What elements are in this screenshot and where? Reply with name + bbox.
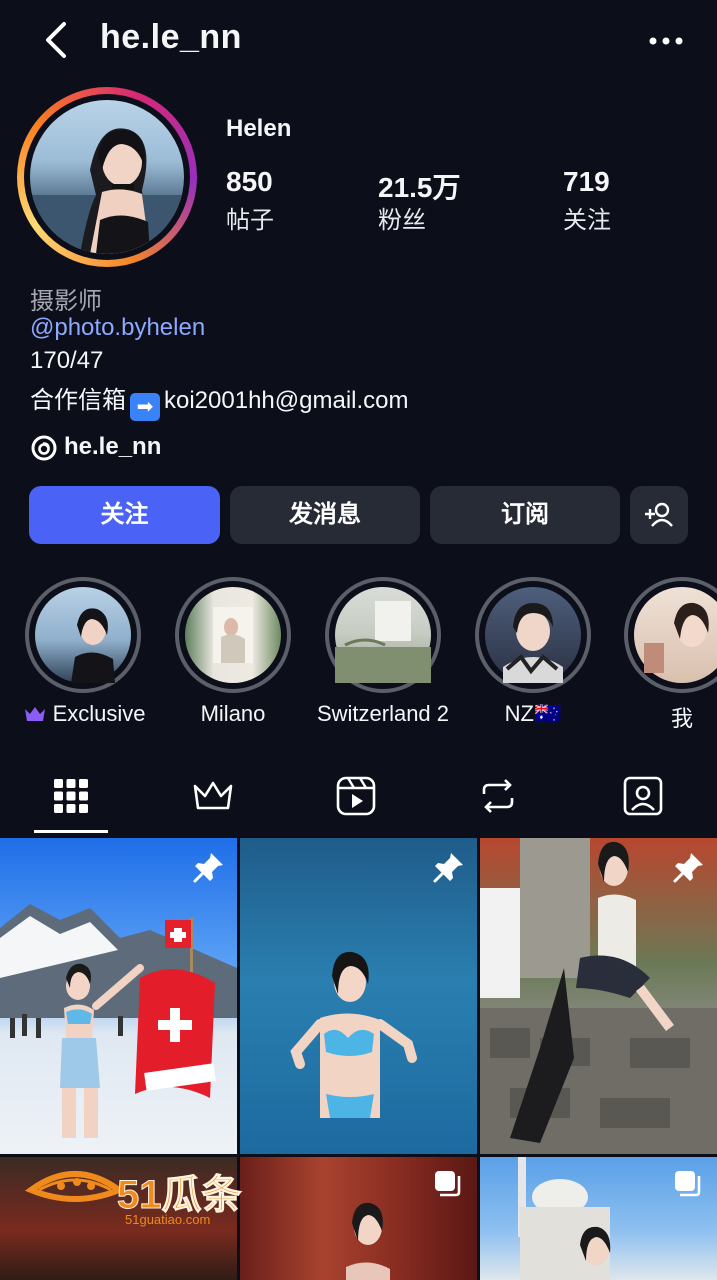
avatar-photo <box>30 100 184 254</box>
follow-button[interactable]: 关注 <box>29 486 220 544</box>
highlight-switzerland-2[interactable] <box>325 577 441 693</box>
following-count[interactable]: 719 <box>563 166 610 198</box>
carousel-icon <box>675 1171 701 1197</box>
active-tab-indicator <box>34 830 108 833</box>
threads-icon[interactable] <box>30 434 58 462</box>
highlight-cover <box>35 587 131 683</box>
post-thumbnail[interactable] <box>480 838 717 1154</box>
arrow-right-emoji-icon: ➡ <box>130 393 160 421</box>
tagged-icon[interactable] <box>621 774 665 818</box>
following-label[interactable]: 关注 <box>563 200 611 235</box>
add-person-icon <box>645 502 673 527</box>
bio-mail-prefix: 合作信箱 <box>30 387 126 414</box>
highlight-exclusive[interactable] <box>25 577 141 693</box>
suggest-users-button[interactable] <box>630 486 688 544</box>
profile-username-title: he.le_nn <box>100 18 242 56</box>
highlight-label-milano[interactable]: Milano <box>173 701 293 727</box>
bio-email[interactable]: koi2001hh@gmail.com <box>164 387 409 414</box>
highlight-label-me[interactable]: 我 <box>652 701 712 733</box>
highlight-me[interactable] <box>624 577 717 693</box>
reels-icon[interactable] <box>334 774 378 818</box>
highlight-label-nz[interactable]: NZ🇦🇺 <box>473 701 593 727</box>
post-thumbnail[interactable] <box>0 838 237 1154</box>
highlight-label-switzerland-2[interactable]: Switzerland 2 <box>305 701 461 727</box>
highlight-cover <box>485 587 581 683</box>
bio-contact-line: 合作信箱 ➡ koi2001hh@gmail.com <box>30 380 409 421</box>
threads-handle-link[interactable]: he.le_nn <box>64 433 161 461</box>
repost-icon[interactable] <box>476 774 520 818</box>
pin-icon <box>673 853 703 883</box>
pin-icon <box>193 853 223 883</box>
highlight-cover <box>335 587 431 683</box>
crown-icon <box>25 707 46 721</box>
bio-text-line: 170/47 <box>30 347 104 374</box>
profile-display-name: Helen <box>226 115 292 142</box>
grid-icon[interactable] <box>49 774 93 818</box>
posts-count[interactable]: 850 <box>226 166 273 198</box>
followers-label[interactable]: 粉丝 <box>378 200 426 235</box>
crown-icon[interactable] <box>191 774 235 818</box>
highlight-cover <box>185 587 281 683</box>
highlight-milano[interactable] <box>175 577 291 693</box>
highlight-label-text: Exclusive <box>52 701 146 726</box>
watermark-melon-icon <box>25 1171 125 1202</box>
more-options-icon[interactable] <box>648 36 684 46</box>
carousel-icon <box>435 1171 461 1197</box>
watermark-logo: 51瓜条 51guatiao.com <box>25 1160 280 1230</box>
posts-label[interactable]: 帖子 <box>226 200 274 235</box>
pin-icon <box>433 853 463 883</box>
watermark-url: 51guatiao.com <box>125 1212 211 1227</box>
profile-avatar[interactable] <box>17 87 197 267</box>
bio-category: 摄影师 <box>30 288 102 315</box>
highlight-label-exclusive[interactable]: Exclusive <box>22 701 148 727</box>
message-button[interactable]: 发消息 <box>230 486 420 544</box>
back-chevron-icon[interactable] <box>40 20 76 60</box>
highlight-cover <box>634 587 717 683</box>
highlight-nz[interactable] <box>475 577 591 693</box>
bio-mention-link[interactable]: @photo.byhelen <box>30 314 205 342</box>
post-thumbnail[interactable] <box>240 838 477 1154</box>
subscribe-button[interactable]: 订阅 <box>430 486 620 544</box>
